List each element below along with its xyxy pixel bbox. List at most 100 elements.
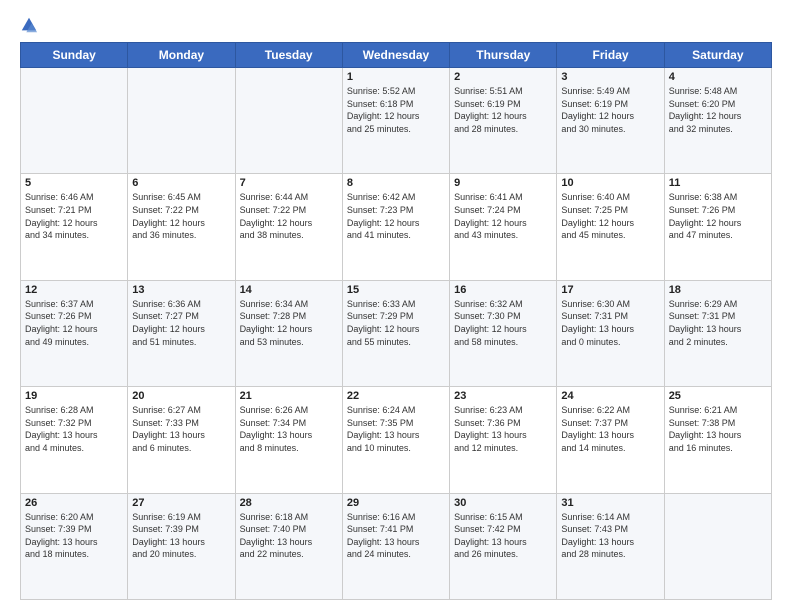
logo-icon xyxy=(20,16,38,34)
day-info: Sunrise: 6:24 AM Sunset: 7:35 PM Dayligh… xyxy=(347,404,445,454)
day-info: Sunrise: 6:34 AM Sunset: 7:28 PM Dayligh… xyxy=(240,298,338,348)
logo xyxy=(20,16,42,34)
day-number: 31 xyxy=(561,497,659,509)
day-cell: 15 Sunrise: 6:33 AM Sunset: 7:29 PM Dayli… xyxy=(342,280,449,386)
day-cell: 20 Sunrise: 6:27 AM Sunset: 7:33 PM Dayli… xyxy=(128,387,235,493)
day-cell: 16 Sunrise: 6:32 AM Sunset: 7:30 PM Dayli… xyxy=(450,280,557,386)
day-number: 9 xyxy=(454,177,552,189)
day-info: Sunrise: 6:18 AM Sunset: 7:40 PM Dayligh… xyxy=(240,511,338,561)
day-number: 24 xyxy=(561,390,659,402)
day-info: Sunrise: 6:32 AM Sunset: 7:30 PM Dayligh… xyxy=(454,298,552,348)
day-number: 4 xyxy=(669,71,767,83)
day-cell: 27 Sunrise: 6:19 AM Sunset: 7:39 PM Dayli… xyxy=(128,493,235,599)
day-info: Sunrise: 6:37 AM Sunset: 7:26 PM Dayligh… xyxy=(25,298,123,348)
col-header-thursday: Thursday xyxy=(450,43,557,68)
day-info: Sunrise: 6:29 AM Sunset: 7:31 PM Dayligh… xyxy=(669,298,767,348)
day-cell: 26 Sunrise: 6:20 AM Sunset: 7:39 PM Dayli… xyxy=(21,493,128,599)
day-info: Sunrise: 6:44 AM Sunset: 7:22 PM Dayligh… xyxy=(240,191,338,241)
day-number: 5 xyxy=(25,177,123,189)
day-number: 3 xyxy=(561,71,659,83)
col-header-friday: Friday xyxy=(557,43,664,68)
day-info: Sunrise: 6:45 AM Sunset: 7:22 PM Dayligh… xyxy=(132,191,230,241)
day-number: 2 xyxy=(454,71,552,83)
day-number: 26 xyxy=(25,497,123,509)
day-info: Sunrise: 6:23 AM Sunset: 7:36 PM Dayligh… xyxy=(454,404,552,454)
day-info: Sunrise: 5:48 AM Sunset: 6:20 PM Dayligh… xyxy=(669,85,767,135)
day-info: Sunrise: 6:30 AM Sunset: 7:31 PM Dayligh… xyxy=(561,298,659,348)
day-cell: 10 Sunrise: 6:40 AM Sunset: 7:25 PM Dayli… xyxy=(557,174,664,280)
day-info: Sunrise: 6:42 AM Sunset: 7:23 PM Dayligh… xyxy=(347,191,445,241)
day-cell xyxy=(235,68,342,174)
day-number: 18 xyxy=(669,284,767,296)
day-cell: 21 Sunrise: 6:26 AM Sunset: 7:34 PM Dayli… xyxy=(235,387,342,493)
day-cell: 1Sunrise: 5:52 AM Sunset: 6:18 PM Daylig… xyxy=(342,68,449,174)
calendar-header-row: SundayMondayTuesdayWednesdayThursdayFrid… xyxy=(21,43,772,68)
week-row-4: 19Sunrise: 6:28 AM Sunset: 7:32 PM Dayli… xyxy=(21,387,772,493)
day-number: 8 xyxy=(347,177,445,189)
day-cell: 29Sunrise: 6:16 AM Sunset: 7:41 PM Dayli… xyxy=(342,493,449,599)
day-number: 17 xyxy=(561,284,659,296)
day-info: Sunrise: 6:20 AM Sunset: 7:39 PM Dayligh… xyxy=(25,511,123,561)
day-number: 28 xyxy=(240,497,338,509)
day-cell: 4 Sunrise: 5:48 AM Sunset: 6:20 PM Daylig… xyxy=(664,68,771,174)
day-cell: 7 Sunrise: 6:44 AM Sunset: 7:22 PM Daylig… xyxy=(235,174,342,280)
day-cell: 12 Sunrise: 6:37 AM Sunset: 7:26 PM Dayli… xyxy=(21,280,128,386)
day-number: 1 xyxy=(347,71,445,83)
day-number: 23 xyxy=(454,390,552,402)
day-number: 22 xyxy=(347,390,445,402)
day-cell: 28 Sunrise: 6:18 AM Sunset: 7:40 PM Dayli… xyxy=(235,493,342,599)
calendar-table: SundayMondayTuesdayWednesdayThursdayFrid… xyxy=(20,42,772,600)
col-header-saturday: Saturday xyxy=(664,43,771,68)
day-cell: 8 Sunrise: 6:42 AM Sunset: 7:23 PM Daylig… xyxy=(342,174,449,280)
day-cell: 30 Sunrise: 6:15 AM Sunset: 7:42 PM Dayli… xyxy=(450,493,557,599)
day-cell: 14 Sunrise: 6:34 AM Sunset: 7:28 PM Dayli… xyxy=(235,280,342,386)
day-info: Sunrise: 6:46 AM Sunset: 7:21 PM Dayligh… xyxy=(25,191,123,241)
day-info: Sunrise: 6:14 AM Sunset: 7:43 PM Dayligh… xyxy=(561,511,659,561)
day-number: 15 xyxy=(347,284,445,296)
day-number: 10 xyxy=(561,177,659,189)
day-info: Sunrise: 6:19 AM Sunset: 7:39 PM Dayligh… xyxy=(132,511,230,561)
day-number: 11 xyxy=(669,177,767,189)
day-info: Sunrise: 6:41 AM Sunset: 7:24 PM Dayligh… xyxy=(454,191,552,241)
day-cell xyxy=(664,493,771,599)
day-info: Sunrise: 6:27 AM Sunset: 7:33 PM Dayligh… xyxy=(132,404,230,454)
day-info: Sunrise: 6:33 AM Sunset: 7:29 PM Dayligh… xyxy=(347,298,445,348)
day-info: Sunrise: 6:40 AM Sunset: 7:25 PM Dayligh… xyxy=(561,191,659,241)
day-info: Sunrise: 6:15 AM Sunset: 7:42 PM Dayligh… xyxy=(454,511,552,561)
day-number: 12 xyxy=(25,284,123,296)
week-row-1: 1Sunrise: 5:52 AM Sunset: 6:18 PM Daylig… xyxy=(21,68,772,174)
header xyxy=(20,16,772,34)
day-info: Sunrise: 5:51 AM Sunset: 6:19 PM Dayligh… xyxy=(454,85,552,135)
day-number: 7 xyxy=(240,177,338,189)
day-number: 30 xyxy=(454,497,552,509)
day-info: Sunrise: 5:49 AM Sunset: 6:19 PM Dayligh… xyxy=(561,85,659,135)
day-cell: 6Sunrise: 6:45 AM Sunset: 7:22 PM Daylig… xyxy=(128,174,235,280)
day-cell: 19Sunrise: 6:28 AM Sunset: 7:32 PM Dayli… xyxy=(21,387,128,493)
page: SundayMondayTuesdayWednesdayThursdayFrid… xyxy=(0,0,792,612)
day-info: Sunrise: 6:28 AM Sunset: 7:32 PM Dayligh… xyxy=(25,404,123,454)
day-number: 14 xyxy=(240,284,338,296)
day-cell: 22 Sunrise: 6:24 AM Sunset: 7:35 PM Dayli… xyxy=(342,387,449,493)
col-header-wednesday: Wednesday xyxy=(342,43,449,68)
day-info: Sunrise: 6:38 AM Sunset: 7:26 PM Dayligh… xyxy=(669,191,767,241)
week-row-2: 5 Sunrise: 6:46 AM Sunset: 7:21 PM Daylig… xyxy=(21,174,772,280)
day-info: Sunrise: 6:26 AM Sunset: 7:34 PM Dayligh… xyxy=(240,404,338,454)
day-number: 13 xyxy=(132,284,230,296)
day-cell: 2 Sunrise: 5:51 AM Sunset: 6:19 PM Daylig… xyxy=(450,68,557,174)
col-header-tuesday: Tuesday xyxy=(235,43,342,68)
day-info: Sunrise: 6:22 AM Sunset: 7:37 PM Dayligh… xyxy=(561,404,659,454)
day-cell: 9 Sunrise: 6:41 AM Sunset: 7:24 PM Daylig… xyxy=(450,174,557,280)
col-header-monday: Monday xyxy=(128,43,235,68)
day-number: 20 xyxy=(132,390,230,402)
week-row-5: 26 Sunrise: 6:20 AM Sunset: 7:39 PM Dayli… xyxy=(21,493,772,599)
day-info: Sunrise: 6:16 AM Sunset: 7:41 PM Dayligh… xyxy=(347,511,445,561)
day-cell xyxy=(21,68,128,174)
day-number: 27 xyxy=(132,497,230,509)
day-cell: 31 Sunrise: 6:14 AM Sunset: 7:43 PM Dayli… xyxy=(557,493,664,599)
day-number: 16 xyxy=(454,284,552,296)
day-info: Sunrise: 6:36 AM Sunset: 7:27 PM Dayligh… xyxy=(132,298,230,348)
day-cell: 17 Sunrise: 6:30 AM Sunset: 7:31 PM Dayli… xyxy=(557,280,664,386)
day-number: 21 xyxy=(240,390,338,402)
day-cell xyxy=(128,68,235,174)
day-cell: 13 Sunrise: 6:36 AM Sunset: 7:27 PM Dayli… xyxy=(128,280,235,386)
